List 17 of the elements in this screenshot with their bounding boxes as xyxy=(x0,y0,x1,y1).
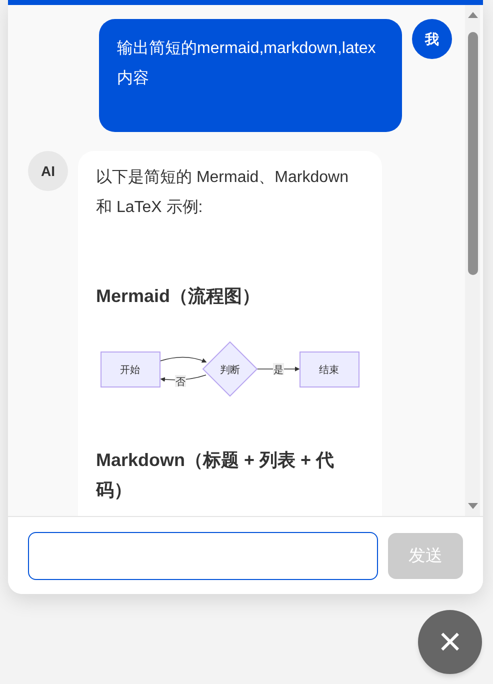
scroll-down-icon[interactable] xyxy=(468,502,478,510)
message-text: 输出简短的mermaid,markdown,latex内容 xyxy=(117,38,377,89)
edge-label: 是 xyxy=(274,365,284,376)
decision-node: 判断 xyxy=(202,341,258,397)
process-node: 结束 xyxy=(300,352,360,388)
message-input[interactable] xyxy=(28,532,378,580)
scrollbar[interactable] xyxy=(465,5,480,516)
close-button[interactable]: × xyxy=(418,610,482,674)
scroll-thumb[interactable] xyxy=(468,32,478,275)
section-heading: Mermaid（流程图） xyxy=(96,285,262,308)
message-text: 以下是简短的 Mermaid、Markdown 和 LaTeX 示例: xyxy=(96,168,350,218)
avatar: AI xyxy=(28,151,68,191)
avatar: 我 xyxy=(412,19,452,59)
section-heading: Markdown（标题 + 列表 + 代码） xyxy=(96,449,336,502)
scroll-up-icon[interactable] xyxy=(468,11,478,19)
process-node: 开始 xyxy=(100,352,160,388)
edge-label: 否 xyxy=(176,377,186,388)
